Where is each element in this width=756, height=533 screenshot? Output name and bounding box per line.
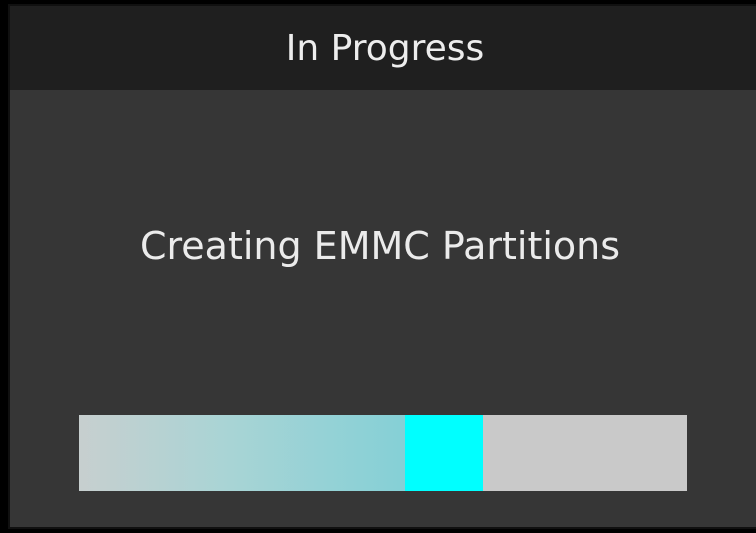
dialog-title: In Progress [285,27,485,69]
progress-bar [79,415,687,491]
status-message: Creating EMMC Partitions [139,224,621,268]
progress-trail [79,415,406,491]
progress-indicator [405,415,483,491]
progress-dialog: In Progress Creating EMMC Partitions [8,4,756,529]
dialog-title-bar: In Progress [10,6,756,90]
